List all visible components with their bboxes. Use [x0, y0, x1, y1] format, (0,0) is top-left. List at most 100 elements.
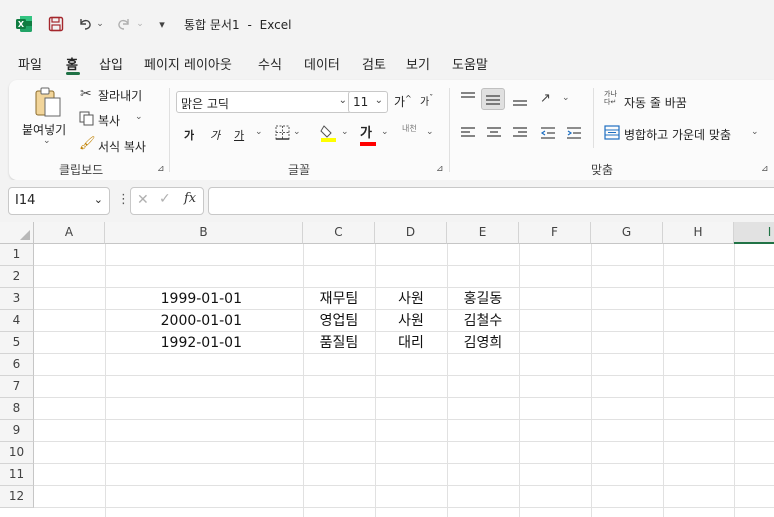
- fill-color-dropdown-icon[interactable]: ⌄: [341, 127, 349, 137]
- tab-review[interactable]: 검토: [362, 54, 386, 73]
- format-painter-button[interactable]: 서식 복사: [98, 138, 146, 155]
- decrease-font-size-icon[interactable]: 가ˇ: [420, 93, 433, 108]
- row-header-12[interactable]: 12: [0, 486, 34, 508]
- row-header-8[interactable]: 8: [0, 398, 34, 420]
- undo-dropdown-icon[interactable]: ⌄: [95, 14, 105, 34]
- paste-icon[interactable]: [33, 86, 63, 121]
- column-header-c[interactable]: C: [303, 222, 375, 244]
- row-header-4[interactable]: 4: [0, 310, 34, 332]
- wrap-text-button[interactable]: 자동 줄 바꿈: [624, 94, 687, 111]
- tab-insert[interactable]: 삽입: [99, 54, 123, 73]
- phonetic-guide-icon[interactable]: 내천: [402, 124, 417, 133]
- font-color-dropdown-icon[interactable]: ⌄: [381, 127, 389, 137]
- cell-c3[interactable]: 재무팀: [303, 288, 375, 310]
- font-color-button[interactable]: 가: [360, 122, 376, 146]
- enter-icon[interactable]: ✓: [159, 191, 171, 207]
- merge-dropdown-icon[interactable]: ⌄: [751, 127, 759, 137]
- align-right-icon[interactable]: [512, 126, 528, 143]
- merge-center-button[interactable]: 병합하고 가운데 맞춤: [624, 126, 731, 143]
- bottom-align-icon[interactable]: [512, 92, 528, 111]
- paste-dropdown-icon[interactable]: ⌄: [43, 136, 51, 146]
- undo-icon[interactable]: [75, 14, 95, 34]
- align-center-icon[interactable]: [486, 126, 502, 143]
- underline-dropdown-icon[interactable]: ⌄: [255, 127, 263, 137]
- increase-indent-icon[interactable]: [566, 126, 582, 143]
- cell-d5[interactable]: 대리: [375, 332, 447, 354]
- column-header-b[interactable]: B: [105, 222, 303, 244]
- column-header-g[interactable]: G: [591, 222, 663, 244]
- borders-dropdown-icon[interactable]: ⌄: [293, 127, 301, 137]
- name-box[interactable]: I14 ⌄: [8, 187, 110, 215]
- row-header-2[interactable]: 2: [0, 266, 34, 288]
- clipboard-launcher-icon[interactable]: ⊿: [157, 164, 165, 174]
- cancel-icon[interactable]: ✕: [137, 192, 149, 208]
- formula-input[interactable]: [208, 187, 774, 215]
- tab-data[interactable]: 데이터: [304, 54, 340, 73]
- cell-e5[interactable]: 김영희: [447, 332, 519, 354]
- select-all-button[interactable]: [0, 222, 34, 244]
- underline-button[interactable]: 가: [234, 127, 244, 143]
- insert-function-icon[interactable]: fx: [184, 191, 196, 206]
- copy-button[interactable]: 복사: [98, 112, 120, 129]
- decrease-indent-icon[interactable]: [540, 126, 556, 143]
- more-options-icon[interactable]: ⋮: [117, 192, 130, 207]
- format-painter-icon[interactable]: 🖌: [79, 136, 96, 151]
- column-header-i[interactable]: I: [734, 222, 774, 244]
- tab-home[interactable]: 홈: [66, 54, 78, 73]
- redo-icon[interactable]: [114, 14, 134, 34]
- row-header-7[interactable]: 7: [0, 376, 34, 398]
- cell-e3[interactable]: 홍길동: [447, 288, 519, 310]
- column-header-a[interactable]: A: [34, 222, 105, 244]
- gridline: [591, 244, 592, 517]
- row-header-11[interactable]: 11: [0, 464, 34, 486]
- cell-c5[interactable]: 품질팀: [303, 332, 375, 354]
- alignment-launcher-icon[interactable]: ⊿: [761, 164, 769, 174]
- cell-c4[interactable]: 영업팀: [303, 310, 375, 332]
- row-header-6[interactable]: 6: [0, 354, 34, 376]
- orientation-dropdown-icon[interactable]: ⌄: [562, 93, 570, 103]
- column-header-f[interactable]: F: [519, 222, 591, 244]
- customize-quick-access-icon[interactable]: ▾: [154, 14, 170, 34]
- cell-d3[interactable]: 사원: [375, 288, 447, 310]
- cell-e4[interactable]: 김철수: [447, 310, 519, 332]
- middle-align-icon[interactable]: [481, 88, 505, 110]
- orientation-icon[interactable]: ↗: [540, 91, 551, 106]
- column-header-e[interactable]: E: [447, 222, 519, 244]
- font-size-select[interactable]: 11 ⌄: [348, 91, 388, 113]
- save-icon[interactable]: [46, 14, 66, 34]
- tab-page-layout[interactable]: 페이지 레이아웃: [144, 54, 232, 73]
- redo-dropdown-icon[interactable]: ⌄: [135, 14, 145, 34]
- fill-color-icon[interactable]: [320, 123, 338, 146]
- tab-file[interactable]: 파일: [18, 54, 42, 73]
- align-left-icon[interactable]: [460, 126, 476, 143]
- row-header-3[interactable]: 3: [0, 288, 34, 310]
- row-header-1[interactable]: 1: [0, 244, 34, 266]
- cell-b3[interactable]: 1999-01-01: [105, 288, 246, 310]
- row-header-5[interactable]: 5: [0, 332, 34, 354]
- row-header-9[interactable]: 9: [0, 420, 34, 442]
- column-header-h[interactable]: H: [663, 222, 734, 244]
- copy-dropdown-icon[interactable]: ⌄: [135, 112, 143, 122]
- italic-button[interactable]: 가: [210, 127, 220, 143]
- wrap-text-icon[interactable]: 가나 다↵: [604, 90, 617, 106]
- increase-font-size-icon[interactable]: 가^: [394, 93, 412, 110]
- gridline: [734, 244, 735, 517]
- copy-icon[interactable]: [79, 111, 94, 129]
- top-align-icon[interactable]: [460, 91, 476, 108]
- merge-center-icon[interactable]: [604, 125, 620, 143]
- tab-formulas[interactable]: 수식: [258, 54, 282, 73]
- cut-icon[interactable]: ✂: [80, 86, 92, 102]
- cut-button[interactable]: 잘라내기: [98, 87, 142, 104]
- cell-b4[interactable]: 2000-01-01: [105, 310, 246, 332]
- row-header-10[interactable]: 10: [0, 442, 34, 464]
- cell-b5[interactable]: 1992-01-01: [105, 332, 246, 354]
- font-launcher-icon[interactable]: ⊿: [436, 164, 444, 174]
- tab-help[interactable]: 도움말: [452, 54, 488, 73]
- phonetic-dropdown-icon[interactable]: ⌄: [426, 127, 434, 137]
- bold-button[interactable]: 가: [184, 127, 194, 143]
- font-name-select[interactable]: 맑은 고딕 ⌄: [176, 91, 352, 113]
- cell-d4[interactable]: 사원: [375, 310, 447, 332]
- column-header-d[interactable]: D: [375, 222, 447, 244]
- borders-icon[interactable]: [275, 125, 290, 143]
- tab-view[interactable]: 보기: [406, 54, 430, 73]
